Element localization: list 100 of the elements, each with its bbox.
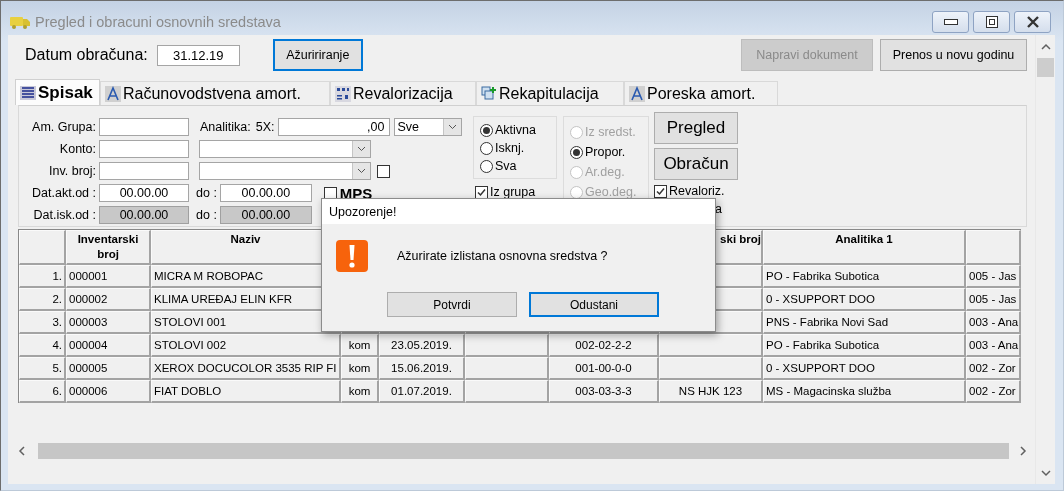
field-label: Dat.isk.od : — [32, 208, 96, 222]
table-cell: 003 - Ana — [966, 311, 1021, 334]
input-field[interactable] — [99, 118, 189, 136]
table-cell: 000006 — [66, 380, 151, 403]
list-icon — [20, 85, 36, 100]
table-cell: kom — [341, 357, 379, 380]
warning-icon — [336, 240, 368, 272]
table-cell: 23.05.2019. — [379, 334, 465, 357]
scroll-left-icon[interactable] — [18, 446, 26, 456]
table-cell: kom — [341, 380, 379, 403]
truck-icon — [10, 15, 30, 29]
checkbox[interactable] — [654, 184, 667, 198]
radio-button[interactable] — [480, 141, 493, 155]
column-header[interactable]: Inventarski broj — [66, 230, 151, 265]
table-cell: 01.07.2019. — [379, 380, 465, 403]
option-label: Sva — [495, 159, 517, 173]
window-title: Pregled i obracuni osnovnih sredstava — [35, 13, 281, 30]
scroll-up-icon[interactable] — [1040, 43, 1051, 51]
radio-button[interactable] — [480, 159, 493, 173]
field-label: Datum obračuna: — [25, 46, 148, 64]
table-cell: STOLOVI 002 — [151, 334, 341, 357]
stack-plus-icon — [481, 85, 497, 102]
close-icon — [1025, 16, 1040, 28]
field-label: Konto: — [58, 142, 96, 156]
checkbox-label: Iz grupa — [490, 185, 536, 199]
minimize-button[interactable] — [932, 11, 969, 33]
row-number: 2. — [19, 288, 66, 311]
preview-button[interactable]: Pregled — [654, 112, 738, 144]
input-field[interactable] — [99, 140, 189, 158]
field-label: 5X: — [255, 120, 275, 134]
date-field[interactable]: 31.12.19 — [156, 44, 240, 66]
radio-button[interactable] — [570, 145, 583, 159]
table-cell: 000001 — [66, 265, 151, 288]
table-cell: 001-00-0-0 — [549, 357, 659, 380]
dialog-title: Upozorenje! — [329, 204, 397, 219]
scrollbar-thumb[interactable] — [1037, 58, 1054, 77]
table-cell: 002 - Zor — [966, 357, 1021, 380]
checkbox-label: Revaloriz. — [669, 184, 725, 198]
chevron-down-icon — [357, 168, 366, 174]
option-label: Geo.deg. — [585, 185, 637, 199]
tab[interactable]: Računovodstvena amort. — [100, 81, 330, 105]
table-cell: 000003 — [66, 311, 151, 334]
table-cell: 000005 — [66, 357, 151, 380]
input-field[interactable]: 00.00.00 — [99, 206, 189, 224]
tab[interactable]: Poreska amort. — [624, 81, 778, 105]
radio-button[interactable] — [480, 123, 493, 137]
table-cell: 003-03-3-3 — [549, 380, 659, 403]
field-label: Dat.akt.od : — [31, 186, 96, 200]
input-field[interactable] — [99, 162, 189, 180]
table-cell: 005 - Jas — [966, 265, 1021, 288]
close-button[interactable] — [1014, 11, 1051, 33]
tab[interactable]: Rekapitulacija — [476, 81, 624, 105]
table-cell: kom — [341, 334, 379, 357]
option-label: Ar.deg. — [585, 165, 625, 179]
checkbox[interactable] — [475, 185, 488, 199]
chevron-down-icon — [447, 124, 457, 130]
table-cell: PO - Fabrika Subotica — [763, 334, 966, 357]
checkbox[interactable] — [377, 164, 390, 178]
scrollbar-thumb[interactable] — [38, 443, 1009, 459]
input-field[interactable]: ,00 — [277, 118, 390, 136]
dialog-message: Ažurirate izlistana osnovna sredstva ? — [397, 249, 608, 263]
maximize-button[interactable] — [973, 11, 1010, 33]
field-label: Am. Grupa: — [31, 120, 96, 134]
column-header[interactable]: Analitika 1 — [763, 230, 966, 265]
confirm-button[interactable]: Potvrdi — [387, 292, 517, 317]
tab[interactable]: Revalorizacija — [330, 81, 476, 105]
table-cell: 005 - Jas — [966, 288, 1021, 311]
dropdown[interactable]: Sve — [393, 118, 462, 136]
row-number: 3. — [19, 311, 66, 334]
table-cell: 003 - Ana — [966, 334, 1021, 357]
row-number: 5. — [19, 357, 66, 380]
field-label: Analitika: — [200, 120, 251, 134]
input-field[interactable]: 00.00.00 — [219, 184, 312, 202]
option-label: Aktivna — [495, 123, 536, 137]
table-cell: 000002 — [66, 288, 151, 311]
row-number: 6. — [19, 380, 66, 403]
field-label: do : — [196, 208, 217, 222]
triangle-icon — [105, 85, 121, 102]
minimize-icon — [943, 19, 958, 25]
scroll-down-icon[interactable] — [1040, 469, 1051, 477]
restore-icon — [985, 16, 998, 28]
table-cell: 002 - Zor — [966, 380, 1021, 403]
table-cell: 0 - XSUPPORT DOO — [763, 288, 966, 311]
input-field[interactable]: 00.00.00 — [99, 184, 189, 202]
table-cell: PO - Fabrika Subotica — [763, 265, 966, 288]
tab[interactable]: Spisak — [15, 79, 100, 105]
table-cell: 002-02-2-2 — [549, 334, 659, 357]
table-cell: FIAT DOBLO — [151, 380, 341, 403]
table-cell: XEROX DOCUCOLOR 3535 RIP FI — [151, 357, 341, 380]
cancel-button[interactable]: Odustani — [529, 292, 659, 317]
transfer-button[interactable]: Prenos u novu godinu — [880, 39, 1027, 71]
grid-icon — [335, 85, 351, 102]
option-label: Iz sredst. — [585, 125, 636, 139]
table-cell: 0 - XSUPPORT DOO — [763, 357, 966, 380]
scroll-right-icon[interactable] — [1019, 446, 1027, 456]
update-button[interactable]: Ažuririranje — [272, 39, 363, 71]
calculate-button[interactable]: Obračun — [654, 148, 738, 180]
checkbox-label: a — [715, 202, 722, 216]
field-label: do : — [196, 186, 217, 200]
row-number: 1. — [19, 265, 66, 288]
